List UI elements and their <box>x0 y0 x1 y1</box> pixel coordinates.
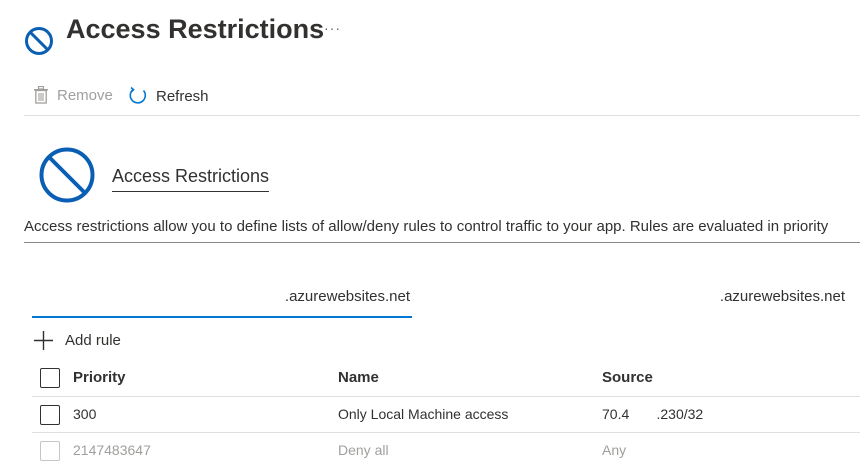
add-rule-label: Add rule <box>65 332 121 349</box>
rule-name: Only Local Machine access <box>338 406 509 422</box>
tab-main-site[interactable]: .azurewebsites.net <box>32 286 412 318</box>
rule-priority: 300 <box>73 406 97 422</box>
rules-table: Priority Name Source 300 Only Local Mach… <box>32 360 860 469</box>
site-tabs: .azurewebsites.net .azurewebsites.net <box>32 286 860 318</box>
rule-source: Any <box>602 442 627 458</box>
blocked-circle-icon <box>25 27 53 55</box>
table-header-row: Priority Name Source <box>32 360 860 397</box>
select-all-checkbox[interactable] <box>40 368 60 388</box>
column-header-source[interactable]: Source <box>602 369 653 386</box>
table-row[interactable]: 300 Only Local Machine access 70.4 .230/… <box>32 397 860 433</box>
column-header-priority[interactable]: Priority <box>73 369 126 386</box>
trash-icon <box>34 86 48 104</box>
refresh-icon <box>129 86 147 104</box>
rule-priority: 2147483647 <box>73 442 151 458</box>
remove-button[interactable]: Remove <box>33 86 113 104</box>
refresh-label: Refresh <box>156 87 209 105</box>
plus-icon <box>34 331 53 350</box>
page-title: Access Restrictions <box>66 14 325 44</box>
rule-name: Deny all <box>338 442 389 458</box>
section-title: Access Restrictions <box>112 166 270 192</box>
table-row: 2147483647 Deny all Any <box>32 433 860 469</box>
page-header: Access Restrictions ··· <box>0 0 860 70</box>
command-bar: Remove Refresh <box>24 82 860 116</box>
column-header-name[interactable]: Name <box>338 369 379 386</box>
tab-scm-site[interactable]: .azurewebsites.net <box>602 286 845 305</box>
refresh-button[interactable]: Refresh <box>128 86 209 106</box>
remove-label: Remove <box>57 86 113 104</box>
row-checkbox[interactable] <box>40 405 60 425</box>
more-options-button[interactable]: ··· <box>324 20 341 36</box>
section-description: Access restrictions allow you to define … <box>24 218 860 243</box>
blocked-circle-icon <box>39 147 95 203</box>
add-rule-button[interactable]: Add rule <box>33 330 121 351</box>
row-checkbox <box>40 441 60 461</box>
rule-source: 70.4 .230/32 <box>602 406 704 422</box>
